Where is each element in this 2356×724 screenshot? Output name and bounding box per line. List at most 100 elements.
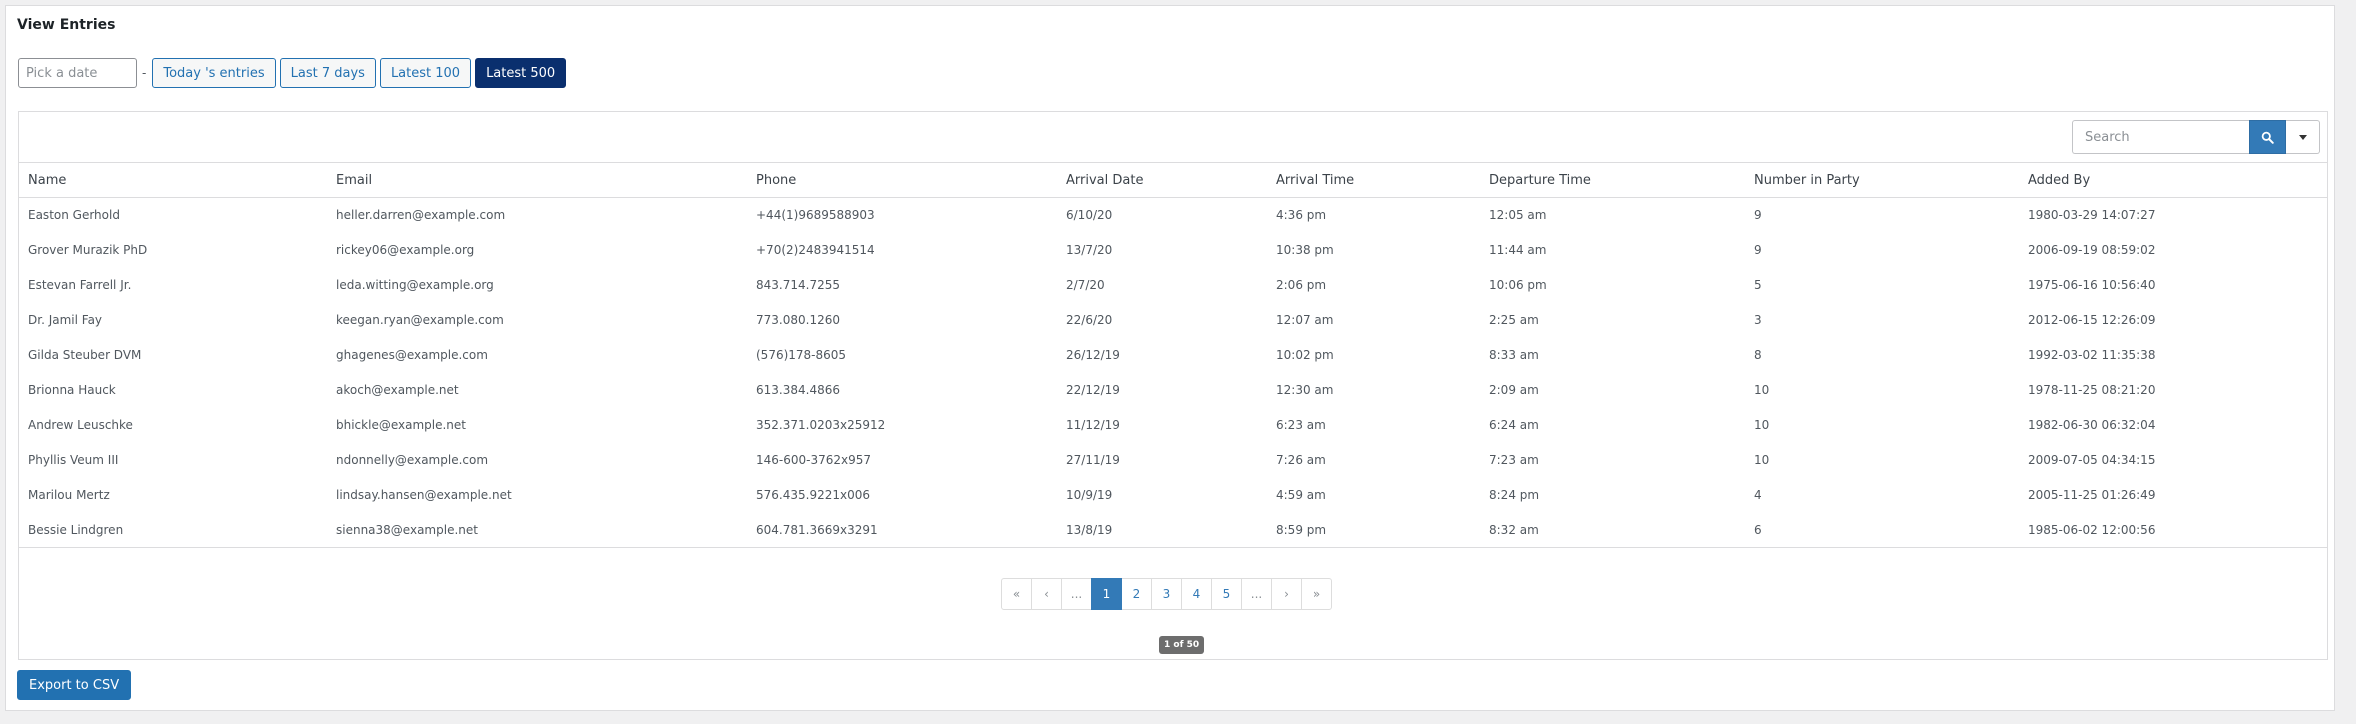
cell-added-by: 1980-03-29 14:07:27 bbox=[2028, 208, 2156, 223]
latest-500-button[interactable]: Latest 500 bbox=[475, 58, 567, 88]
cell-phone: +70(2)2483941514 bbox=[756, 243, 875, 257]
cell-arrival-date: 6/10/20 bbox=[1066, 208, 1113, 223]
cell-name: Bessie Lindgren bbox=[19, 512, 327, 548]
page-4-button[interactable]: 4 bbox=[1181, 578, 1212, 610]
column-header-number-in-party[interactable]: Number in Party bbox=[1745, 162, 2019, 198]
date-filter-bar: - Today 's entries Last 7 days Latest 10… bbox=[18, 58, 567, 88]
cell-arrival-date: 22/6/20 bbox=[1066, 313, 1113, 327]
column-header-arrival-time[interactable]: Arrival Time bbox=[1267, 162, 1480, 198]
cell-email: sienna38@example.net bbox=[327, 512, 747, 548]
cell-arrival-time: 7:26 am bbox=[1276, 453, 1326, 467]
cell-added-by: 2005-11-25 01:26:49 bbox=[2028, 488, 2156, 502]
cell-number-in-party: 10 bbox=[1754, 383, 1770, 397]
cell-name: Andrew Leuschke bbox=[28, 418, 133, 432]
cell-phone: 146-600-3762x957 bbox=[756, 453, 872, 467]
search-input[interactable] bbox=[2072, 120, 2249, 154]
cell-number-in-party: 6 bbox=[1745, 512, 2019, 548]
cell-name: Gilda Steuber DVM bbox=[28, 348, 142, 362]
cell-phone: 604.781.3669x3291 bbox=[747, 512, 1057, 548]
cell-name: Dr. Jamil Fay bbox=[28, 313, 103, 327]
cell-arrival-date: 27/11/19 bbox=[1066, 453, 1120, 467]
cell-name: Marilou Mertz bbox=[28, 488, 110, 502]
cell-number-in-party: 9 bbox=[1754, 243, 1762, 257]
page-3-button[interactable]: 3 bbox=[1151, 578, 1182, 610]
pagination: « ‹ ... 1 2 3 4 5 ... › » bbox=[1001, 578, 1332, 610]
cell-number-in-party: 4 bbox=[1754, 488, 1762, 502]
cell-departure-time: 8:33 am bbox=[1489, 348, 1539, 362]
cell-departure-time: 2:09 am bbox=[1489, 383, 1539, 397]
cell-phone: 352.371.0203x25912 bbox=[756, 418, 886, 432]
table-row[interactable]: Grover Murazik PhD rickey06@example.org … bbox=[19, 233, 2327, 268]
cell-email: ndonnelly@example.com bbox=[336, 453, 489, 467]
caret-down-icon bbox=[2298, 134, 2307, 140]
cell-email: leda.witting@example.org bbox=[336, 278, 494, 292]
cell-added-by: 2012-06-15 12:26:09 bbox=[2028, 313, 2156, 327]
table-header-row: Name Email Phone Arrival Date Arrival Ti… bbox=[19, 162, 2327, 198]
cell-number-in-party: 10 bbox=[1754, 453, 1770, 467]
cell-phone: 773.080.1260 bbox=[756, 313, 840, 327]
table-row[interactable]: Brionna Hauck akoch@example.net 613.384.… bbox=[19, 373, 2327, 408]
cell-number-in-party: 5 bbox=[1754, 278, 1762, 292]
cell-email: lindsay.hansen@example.net bbox=[336, 488, 512, 502]
table-row[interactable]: Estevan Farrell Jr. leda.witting@example… bbox=[19, 268, 2327, 303]
search-button[interactable] bbox=[2249, 120, 2286, 154]
cell-arrival-date: 13/7/20 bbox=[1066, 243, 1113, 257]
cell-arrival-date: 13/8/19 bbox=[1057, 512, 1267, 548]
column-header-arrival-date[interactable]: Arrival Date bbox=[1057, 162, 1267, 198]
table-row[interactable]: Dr. Jamil Fay keegan.ryan@example.com 77… bbox=[19, 303, 2327, 338]
page-1-button[interactable]: 1 bbox=[1091, 578, 1122, 610]
cell-departure-time: 7:23 am bbox=[1489, 453, 1539, 467]
cell-name: Brionna Hauck bbox=[28, 383, 116, 397]
todays-entries-button[interactable]: Today 's entries bbox=[152, 58, 276, 88]
table-row[interactable]: Gilda Steuber DVM ghagenes@example.com (… bbox=[19, 338, 2327, 373]
date-picker-input[interactable] bbox=[18, 58, 137, 88]
last-7-days-button[interactable]: Last 7 days bbox=[279, 58, 376, 88]
page-prev-button[interactable]: ‹ bbox=[1031, 578, 1062, 610]
cell-number-in-party: 8 bbox=[1754, 348, 1762, 362]
cell-arrival-time: 10:02 pm bbox=[1276, 348, 1334, 362]
cell-name: Grover Murazik PhD bbox=[28, 243, 148, 257]
search-options-dropdown[interactable] bbox=[2286, 120, 2320, 154]
cell-number-in-party: 10 bbox=[1754, 418, 1770, 432]
export-csv-button[interactable]: Export to CSV bbox=[17, 670, 132, 700]
page-next-button[interactable]: › bbox=[1271, 578, 1302, 610]
latest-100-button[interactable]: Latest 100 bbox=[379, 58, 472, 88]
cell-email: bhickle@example.net bbox=[336, 418, 466, 432]
table-row[interactable]: Andrew Leuschke bhickle@example.net 352.… bbox=[19, 408, 2327, 443]
cell-arrival-date: 26/12/19 bbox=[1066, 348, 1120, 362]
cell-phone: (576)178-8605 bbox=[756, 348, 847, 362]
cell-added-by: 1975-06-16 10:56:40 bbox=[2028, 278, 2156, 292]
cell-added-by: 1992-03-02 11:35:38 bbox=[2028, 348, 2156, 362]
cell-phone: 613.384.4866 bbox=[756, 383, 840, 397]
column-header-phone[interactable]: Phone bbox=[747, 162, 1057, 198]
table-row[interactable]: Easton Gerhold heller.darren@example.com… bbox=[19, 198, 2327, 233]
cell-arrival-time: 6:23 am bbox=[1276, 418, 1326, 432]
column-header-name[interactable]: Name bbox=[19, 162, 327, 198]
cell-name: Phyllis Veum III bbox=[28, 453, 119, 467]
table-row[interactable]: Bessie Lindgren sienna38@example.net 604… bbox=[19, 512, 2327, 548]
cell-name: Estevan Farrell Jr. bbox=[28, 278, 132, 292]
cell-email: akoch@example.net bbox=[336, 383, 459, 397]
entries-table-container: Name Email Phone Arrival Date Arrival Ti… bbox=[18, 111, 2328, 660]
cell-departure-time: 8:32 am bbox=[1480, 512, 1745, 548]
cell-added-by: 2006-09-19 08:59:02 bbox=[2028, 243, 2156, 257]
column-header-added-by[interactable]: Added By bbox=[2019, 162, 2327, 198]
page-first-button[interactable]: « bbox=[1001, 578, 1032, 610]
column-header-email[interactable]: Email bbox=[327, 162, 747, 198]
entries-table: Name Email Phone Arrival Date Arrival Ti… bbox=[19, 162, 2327, 548]
page-5-button[interactable]: 5 bbox=[1211, 578, 1242, 610]
entries-panel: View Entries - Today 's entries Last 7 d… bbox=[5, 5, 2335, 711]
date-separator: - bbox=[142, 66, 147, 80]
cell-arrival-time: 12:30 am bbox=[1276, 383, 1334, 397]
cell-number-in-party: 9 bbox=[1754, 208, 1762, 223]
cell-number-in-party: 3 bbox=[1754, 313, 1762, 327]
cell-phone: 576.435.9221x006 bbox=[756, 488, 870, 502]
page-ellipsis: ... bbox=[1241, 578, 1272, 610]
column-header-departure-time[interactable]: Departure Time bbox=[1480, 162, 1745, 198]
table-row[interactable]: Phyllis Veum III ndonnelly@example.com 1… bbox=[19, 443, 2327, 478]
cell-phone: +44(1)9689588903 bbox=[756, 208, 875, 223]
table-row[interactable]: Marilou Mertz lindsay.hansen@example.net… bbox=[19, 478, 2327, 513]
page-2-button[interactable]: 2 bbox=[1121, 578, 1152, 610]
cell-departure-time: 10:06 pm bbox=[1489, 278, 1547, 292]
page-last-button[interactable]: » bbox=[1301, 578, 1332, 610]
